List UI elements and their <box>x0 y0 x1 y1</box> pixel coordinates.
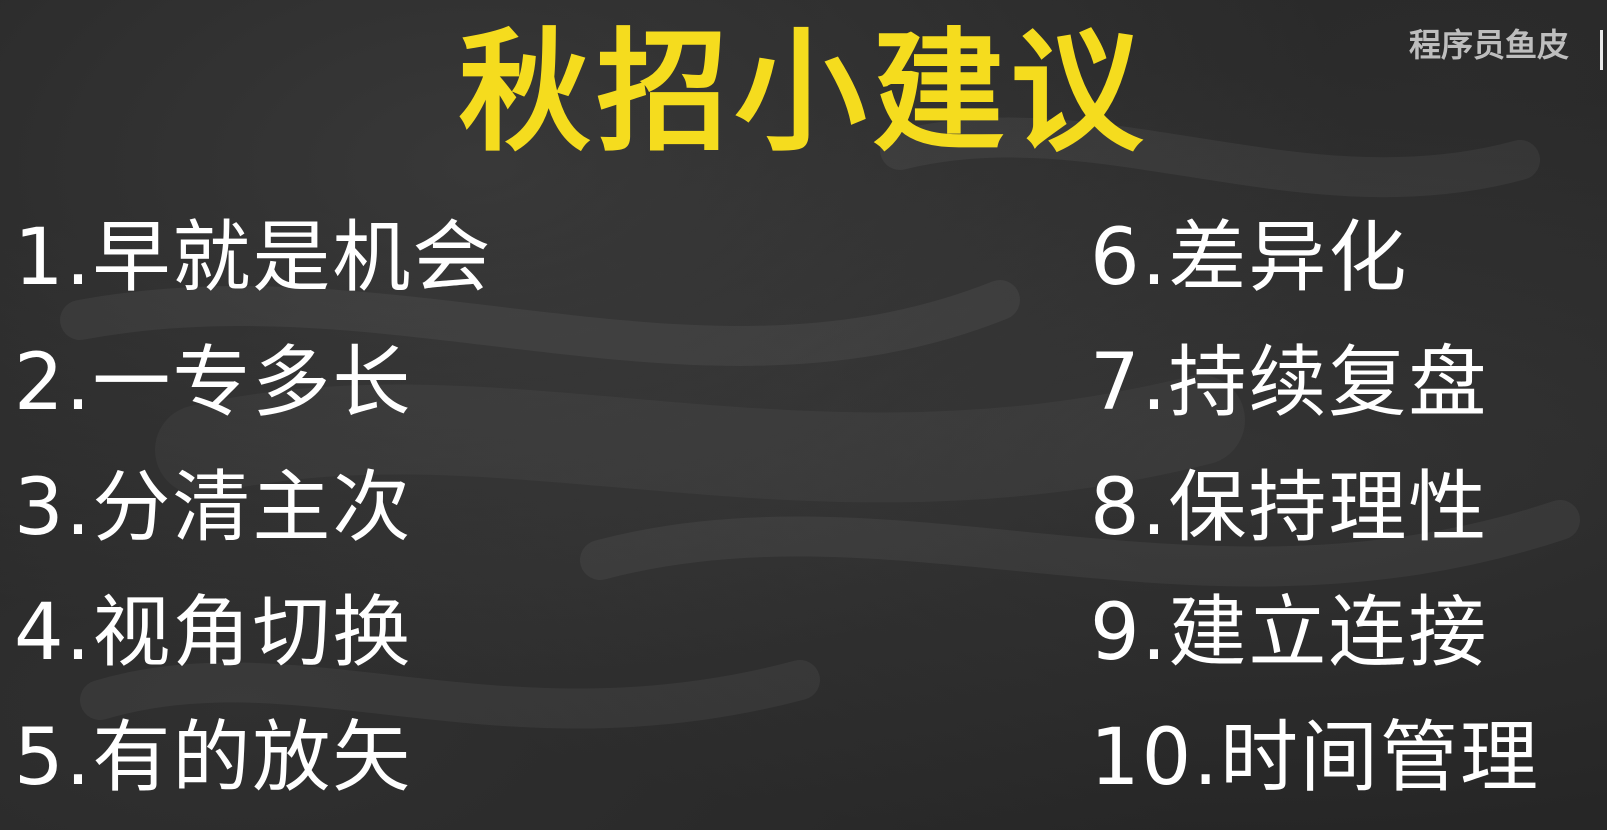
list-item: 1.早就是机会 <box>14 213 493 303</box>
list-item: 6.差异化 <box>1090 213 1409 303</box>
tips-list-right: 6.差异化 7.持续复盘 8.保持理性 9.建立连接 10.时间管理 <box>1090 196 1540 821</box>
list-item: 8.保持理性 <box>1090 463 1489 553</box>
watermark-label: 程序员鱼皮 <box>1408 26 1569 64</box>
list-item: 7.持续复盘 <box>1090 338 1489 428</box>
list-item: 2.一专多长 <box>14 338 413 428</box>
list-item: 4.视角切换 <box>14 588 413 678</box>
tips-list-left: 1.早就是机会 2.一专多长 3.分清主次 4.视角切换 5.有的放矢 <box>14 196 492 821</box>
list-item: 3.分清主次 <box>14 463 413 553</box>
page-title: 秋招小建议 <box>458 16 1149 170</box>
list-item: 9.建立连接 <box>1090 588 1489 678</box>
edge-divider <box>1600 30 1603 70</box>
list-item: 5.有的放矢 <box>14 713 413 803</box>
list-item: 10.时间管理 <box>1090 713 1541 803</box>
